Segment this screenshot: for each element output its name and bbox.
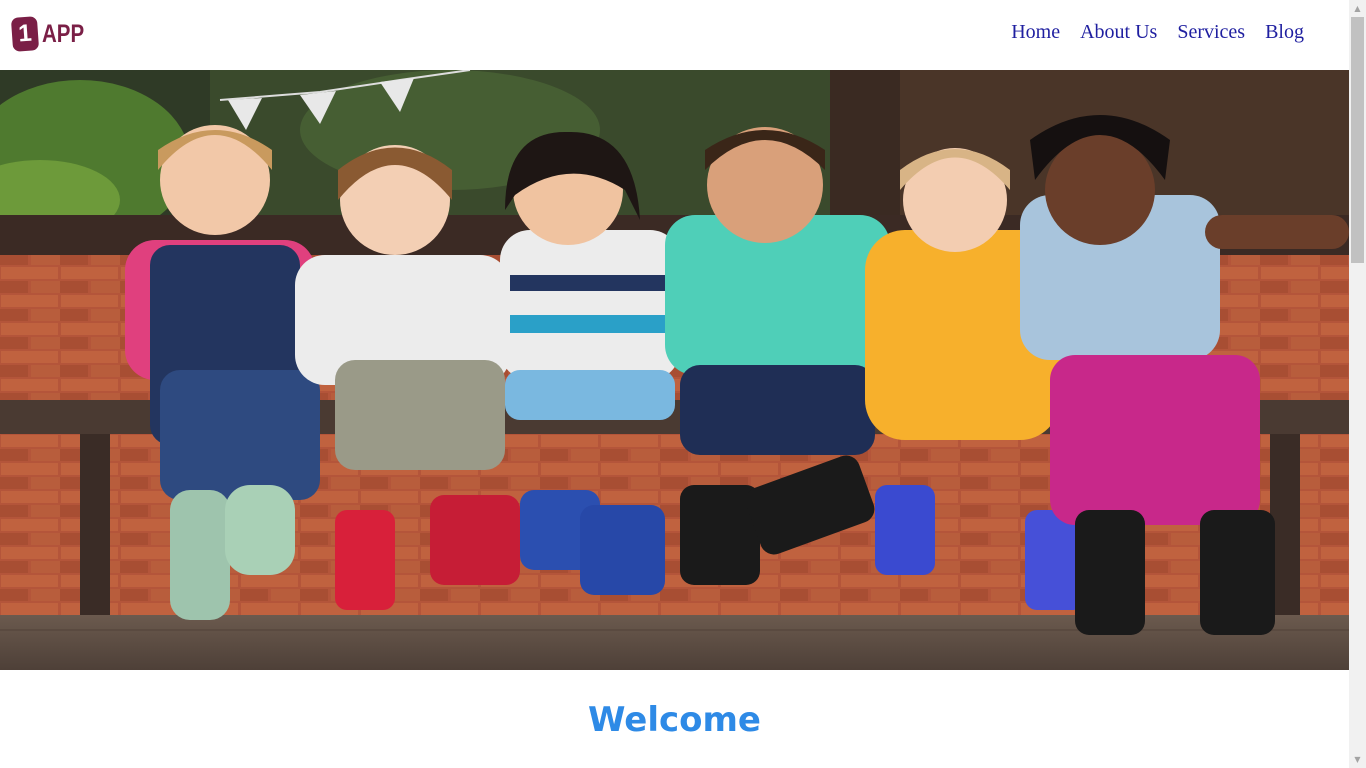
nav-link-services[interactable]: Services [1177, 20, 1245, 44]
main-nav: Home About Us Services Blog [1011, 20, 1304, 44]
welcome-heading: Welcome [587, 700, 761, 740]
nav-link-about-us[interactable]: About Us [1080, 20, 1157, 44]
logo-text: APP [42, 19, 85, 48]
hero-illustration [0, 70, 1349, 670]
scroll-thumb[interactable] [1351, 17, 1364, 263]
site-header: 1 APP Home About Us Services Blog [0, 0, 1349, 70]
nav-link-home[interactable]: Home [1011, 20, 1060, 44]
page-scrollbar[interactable]: ▲ ▼ [1349, 0, 1366, 768]
logo-mark-icon: 1 [10, 16, 40, 52]
app-logo[interactable]: 1 APP [10, 16, 93, 52]
nav-link-blog[interactable]: Blog [1265, 20, 1304, 44]
scroll-up-arrow-icon[interactable]: ▲ [1349, 0, 1366, 17]
scroll-down-arrow-icon[interactable]: ▼ [1349, 751, 1366, 768]
logo-mark-text: 1 [17, 19, 33, 48]
hero-image [0, 70, 1349, 670]
